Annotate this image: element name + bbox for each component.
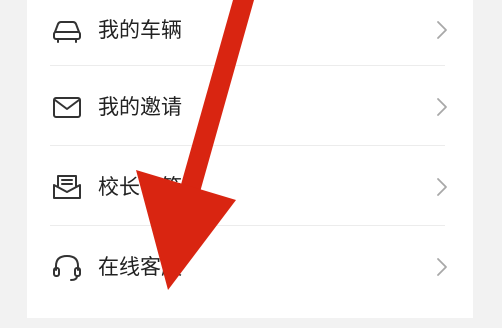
headset-icon [50, 250, 84, 284]
menu-card: 我的车辆 我的邀请 校长信箱 在线客服 [27, 0, 473, 318]
chevron-right-icon [435, 255, 449, 279]
chevron-right-icon [435, 95, 449, 119]
menu-item-label: 我的邀请 [98, 95, 182, 119]
chevron-right-icon [435, 175, 449, 199]
mail-icon [50, 90, 84, 124]
car-icon [50, 13, 84, 47]
menu-item-label: 在线客服 [98, 255, 182, 279]
menu-item-principal-mailbox[interactable]: 校长信箱 [27, 146, 473, 226]
menu-item-my-invitations[interactable]: 我的邀请 [27, 66, 473, 146]
chevron-right-icon [435, 18, 449, 42]
menu-item-label: 校长信箱 [98, 175, 182, 199]
menu-item-online-support[interactable]: 在线客服 [27, 226, 473, 306]
menu-item-label: 我的车辆 [98, 18, 182, 42]
mailbox-icon [50, 170, 84, 204]
menu-item-my-vehicles[interactable]: 我的车辆 [27, 0, 473, 70]
